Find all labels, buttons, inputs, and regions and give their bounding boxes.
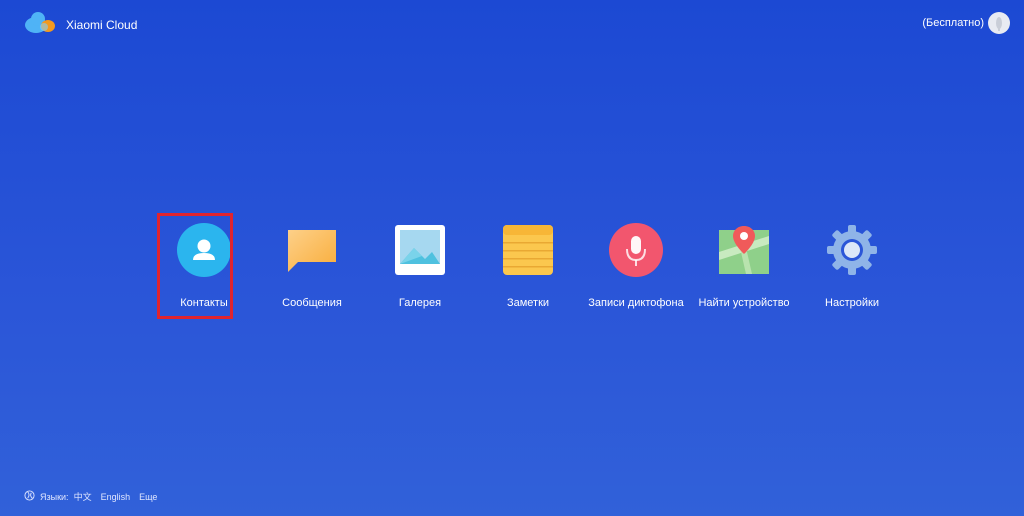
cloud-logo-icon bbox=[22, 10, 58, 39]
app-label: Сообщения bbox=[282, 297, 342, 309]
globe-icon bbox=[24, 490, 35, 503]
app-label: Заметки bbox=[506, 297, 550, 309]
messages-icon bbox=[284, 222, 340, 278]
microphone-icon bbox=[608, 222, 664, 278]
app-recorder[interactable]: Записи диктофона bbox=[582, 222, 690, 309]
app-label: Контакты bbox=[180, 297, 228, 309]
more-languages-link[interactable]: Еще bbox=[139, 492, 157, 502]
app-find-device[interactable]: Найти устройство bbox=[690, 222, 798, 309]
gallery-icon bbox=[392, 222, 448, 278]
app-contacts[interactable]: Контакты bbox=[150, 213, 258, 319]
language-chinese-link[interactable]: 中文 bbox=[74, 490, 92, 503]
settings-gear-icon bbox=[824, 222, 880, 278]
user-avatar-icon bbox=[996, 17, 1002, 31]
app-messages[interactable]: Сообщения bbox=[258, 222, 366, 309]
app-label: Записи диктофона bbox=[588, 297, 684, 309]
app-label: Найти устройство bbox=[698, 297, 790, 309]
language-english-link[interactable]: English bbox=[101, 492, 131, 502]
app-gallery[interactable]: Галерея bbox=[366, 222, 474, 309]
language-footer: Языки: 中文 English Еще bbox=[24, 490, 157, 503]
contacts-icon bbox=[176, 222, 232, 278]
avatar[interactable] bbox=[988, 12, 1010, 34]
languages-label: Языки: bbox=[40, 491, 69, 502]
plan-label: (Бесплатно) bbox=[922, 17, 984, 29]
app-launcher: Контакты Сообщения Галерея Заметки Запис… bbox=[150, 213, 906, 319]
app-label: Галерея bbox=[398, 297, 442, 309]
find-device-map-icon bbox=[716, 222, 772, 278]
app-settings[interactable]: Настройки bbox=[798, 222, 906, 309]
app-label: Настройки bbox=[825, 297, 879, 309]
account-menu[interactable]: (Бесплатно) bbox=[922, 12, 1010, 34]
app-notes[interactable]: Заметки bbox=[474, 222, 582, 309]
app-title: Xiaomi Cloud bbox=[66, 17, 138, 32]
xiaomi-cloud-logo[interactable]: Xiaomi Cloud bbox=[22, 10, 137, 39]
notes-icon bbox=[500, 222, 556, 278]
